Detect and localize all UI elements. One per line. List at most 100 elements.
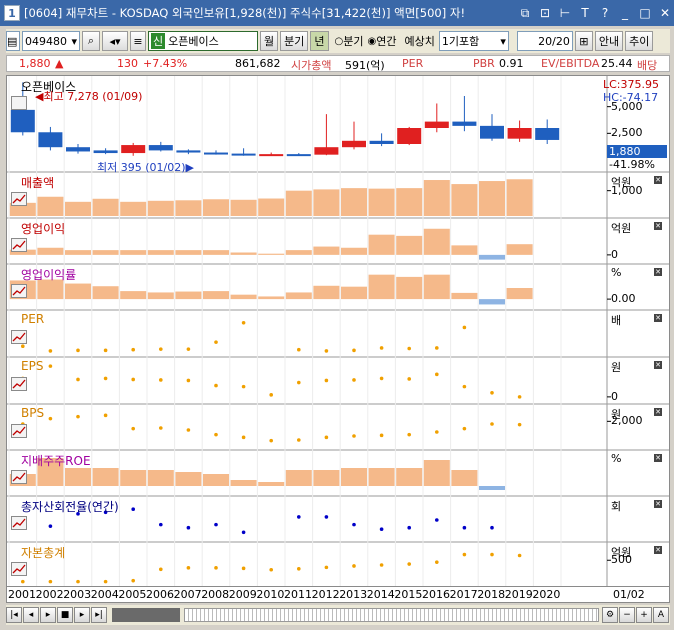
company-name-field[interactable]: 신 오픈베이스 [148, 31, 258, 51]
help-icon[interactable]: ? [596, 4, 614, 22]
chart-type-icon[interactable] [11, 516, 27, 530]
unit-label: % [611, 266, 622, 279]
settings-icon[interactable]: ⚙ [602, 607, 618, 623]
market-cap-label: 시가총액 [291, 59, 332, 72]
close-icon[interactable]: ✕ [654, 454, 662, 462]
data-point [324, 515, 329, 519]
zoom-icon[interactable]: ⊞ [574, 31, 593, 51]
panel-title: 총자산회전율(연간) [21, 500, 119, 514]
calendar-icon[interactable] [11, 96, 27, 110]
candle-body [480, 125, 504, 139]
data-point [324, 565, 329, 570]
bar-mark [258, 253, 285, 255]
search-icon[interactable]: ⌕ [82, 31, 100, 51]
bar-mark [479, 486, 505, 490]
chart-type-icon[interactable] [11, 192, 27, 206]
stop-icon[interactable]: ■ [57, 607, 73, 623]
bar-mark [65, 283, 91, 300]
scroll-thumb[interactable] [112, 608, 180, 622]
restore-icon[interactable]: ⧉ [516, 4, 534, 22]
trend-button[interactable]: 추이 [625, 31, 654, 51]
grid-icon[interactable]: ▤ [6, 31, 20, 51]
bar-mark [313, 246, 340, 255]
chart-type-icon[interactable] [11, 424, 27, 438]
data-point [435, 560, 439, 564]
unit-label: 배 [611, 314, 622, 327]
close-icon[interactable]: ✕ [654, 408, 662, 416]
radio-quarter[interactable]: ○ 분기 [335, 33, 364, 49]
prev-icon[interactable]: ◂ [23, 607, 39, 623]
stock-code-input[interactable]: 049480 ▾ [22, 31, 80, 51]
data-point [352, 522, 356, 527]
chart-type-icon[interactable] [11, 562, 27, 576]
close-icon[interactable]: ✕ [654, 222, 662, 230]
close-icon[interactable]: ✕ [654, 361, 662, 369]
first-icon[interactable]: |◂ [6, 607, 22, 623]
toolbar: ▤ 049480 ▾ ⌕ ◂▾ ≡ 신 오픈베이스 월 분기 년 ○ 분기 ◉ 연간 예… [6, 29, 670, 53]
next-icon[interactable]: ▸ [74, 607, 90, 623]
period-count-input[interactable]: 20/20 [516, 31, 573, 51]
bar-mark [147, 470, 174, 486]
close-icon[interactable]: ✕ [654, 546, 662, 554]
last-icon[interactable]: ▸| [91, 607, 107, 623]
close-icon[interactable]: ✕ [654, 176, 662, 184]
data-point [214, 340, 218, 344]
close-icon[interactable]: ✕ [656, 4, 674, 22]
radio-year[interactable]: ◉ 연간 [367, 33, 396, 49]
financial-chart[interactable]: 오픈베이스 매출액 ✕ 억원 영업이익 ✕ 억원 영업이익률 ✕% PER ✕ 배 EPS ✕ 원 BPS ✕ 원… [6, 75, 670, 587]
close-icon[interactable]: ✕ [654, 500, 662, 508]
panel-title: 지배주주ROE [21, 454, 91, 468]
chart-type-icon[interactable] [11, 330, 27, 344]
bar-mark [506, 179, 533, 216]
pbr-label: PBR [473, 57, 495, 70]
monthly-button[interactable]: 월 [260, 31, 279, 51]
data-point [517, 422, 522, 427]
candle-body [176, 150, 201, 153]
bar-mark [479, 181, 505, 216]
guide-button[interactable]: 안내 [594, 31, 624, 51]
pin-icon[interactable]: ⊡ [536, 4, 554, 22]
play-icon[interactable]: ▸ [40, 607, 56, 623]
x-tick-label: 2020 [532, 588, 561, 601]
data-point [517, 553, 522, 558]
bar-mark [341, 286, 367, 300]
market-cap: 591(억) [345, 59, 385, 72]
bar-mark [396, 276, 423, 300]
data-point [131, 507, 135, 512]
list-icon[interactable]: ≡ [130, 31, 146, 51]
x-tick-label: 2001 [8, 588, 36, 601]
speaker-icon[interactable]: ◂▾ [102, 31, 128, 51]
zoom-in-icon[interactable]: + [636, 607, 652, 623]
scroll-track[interactable] [184, 608, 599, 622]
year-button[interactable]: 년 [310, 31, 329, 51]
zoom-out-icon[interactable]: − [619, 607, 635, 623]
data-point [490, 525, 494, 530]
candle-body [507, 128, 532, 139]
chart-type-icon[interactable] [11, 470, 27, 484]
quarter-button[interactable]: 분기 [280, 31, 309, 51]
maximize-icon[interactable]: □ [636, 4, 654, 22]
y-tick-label: 2,000 [611, 414, 643, 428]
minimize-icon[interactable]: _ [616, 4, 634, 22]
x-axis: 2001 2002 2003 2004 2005 2006 2007 2008 2009 2010… [6, 587, 670, 603]
chart-type-icon[interactable] [11, 238, 27, 252]
panel-title: 자본총계 [21, 546, 66, 560]
current-price: 1,880 [19, 57, 51, 70]
candle-body [148, 145, 173, 151]
bar-mark [479, 254, 505, 260]
font-size-icon[interactable]: A [653, 607, 669, 623]
font-icon[interactable]: T [576, 4, 594, 22]
close-icon[interactable]: ✕ [654, 268, 662, 276]
bar-mark [120, 201, 147, 216]
panel-title: 영업이익률 [21, 268, 77, 282]
marker-icon[interactable]: ⊢ [556, 4, 574, 22]
chart-type-icon[interactable] [11, 284, 27, 298]
chart-type-icon[interactable] [11, 377, 27, 391]
estimate-select[interactable]: 1기포함 ▾ [438, 31, 509, 51]
unit-label: 회 [611, 500, 622, 513]
y-tick-label: 1,000 [611, 183, 643, 197]
bar-mark [506, 288, 533, 300]
close-icon[interactable]: ✕ [654, 314, 662, 322]
ev-ebitda-label: EV/EBITDA [541, 57, 600, 70]
bar-mark [92, 468, 119, 486]
